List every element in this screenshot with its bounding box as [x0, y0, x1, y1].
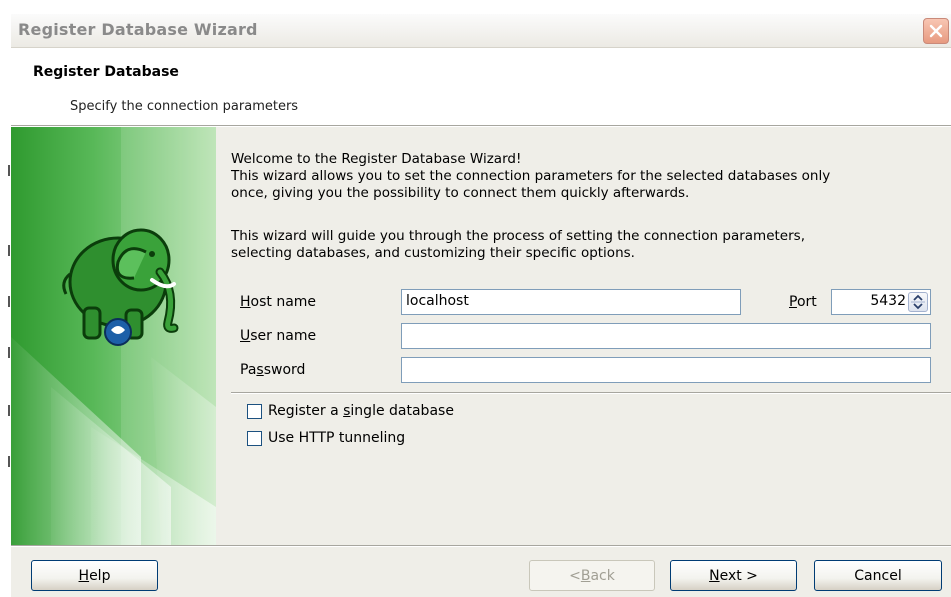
edge-mark	[8, 405, 10, 416]
http-tunneling-checkbox[interactable]	[247, 430, 262, 446]
elephant-logo-icon	[62, 228, 179, 346]
next-button[interactable]: Next >	[670, 560, 797, 591]
wizard-body: Welcome to the Register Database Wizard!…	[11, 127, 951, 545]
wizard-footer: Help < Back Next > Cancel	[11, 547, 951, 597]
edge-mark	[8, 296, 10, 307]
user-name-label: User name	[240, 328, 317, 344]
password-input[interactable]	[401, 357, 931, 383]
host-name-combobox[interactable]: localhost	[401, 289, 907, 315]
title-bar[interactable]: Register Database Wizard	[11, 14, 951, 48]
back-button[interactable]: < Back	[529, 560, 655, 591]
welcome-text: Welcome to the Register Database Wizard!	[231, 151, 522, 167]
password-label: Password	[240, 362, 306, 378]
host-name-value: localhost	[406, 293, 469, 309]
port-value: 5432	[870, 293, 906, 309]
options-divider	[231, 392, 951, 394]
help-button[interactable]: Help	[31, 560, 158, 591]
edge-mark	[8, 456, 10, 467]
edge-mark	[8, 347, 10, 358]
port-label: Port	[789, 294, 817, 310]
register-single-db-option[interactable]: Register a single database	[247, 403, 454, 419]
welcome-text: This wizard allows you to set the connec…	[231, 168, 831, 184]
host-name-label: Host name	[240, 294, 317, 310]
wizard-header: Register Database Specify the connection…	[11, 48, 951, 125]
window-title: Register Database Wizard	[18, 20, 258, 39]
wizard-side-banner	[11, 127, 216, 545]
port-spin-field[interactable]: 5432	[831, 289, 931, 315]
background-window-edge	[0, 0, 11, 597]
edge-mark	[8, 245, 10, 256]
close-icon	[929, 24, 943, 38]
edge-mark	[8, 165, 10, 176]
close-button[interactable]	[923, 18, 949, 44]
welcome-text: once, giving you the possibility to conn…	[231, 185, 690, 201]
wizard-content: Welcome to the Register Database Wizard!…	[231, 127, 951, 545]
user-name-input[interactable]	[401, 323, 931, 349]
cancel-button[interactable]: Cancel	[814, 560, 942, 591]
http-tunneling-label: Use HTTP tunneling	[268, 430, 406, 446]
guide-text: selecting databases, and customizing the…	[231, 245, 635, 261]
guide-text: This wizard will guide you through the p…	[231, 228, 805, 244]
http-tunneling-option[interactable]: Use HTTP tunneling	[247, 430, 405, 446]
port-spinner[interactable]	[908, 292, 928, 312]
spin-arrows-icon	[911, 294, 925, 310]
page-title: Register Database	[33, 64, 179, 80]
register-single-db-label: Register a single database	[268, 403, 454, 419]
page-subtitle: Specify the connection parameters	[70, 99, 299, 114]
register-single-db-checkbox[interactable]	[247, 403, 262, 419]
